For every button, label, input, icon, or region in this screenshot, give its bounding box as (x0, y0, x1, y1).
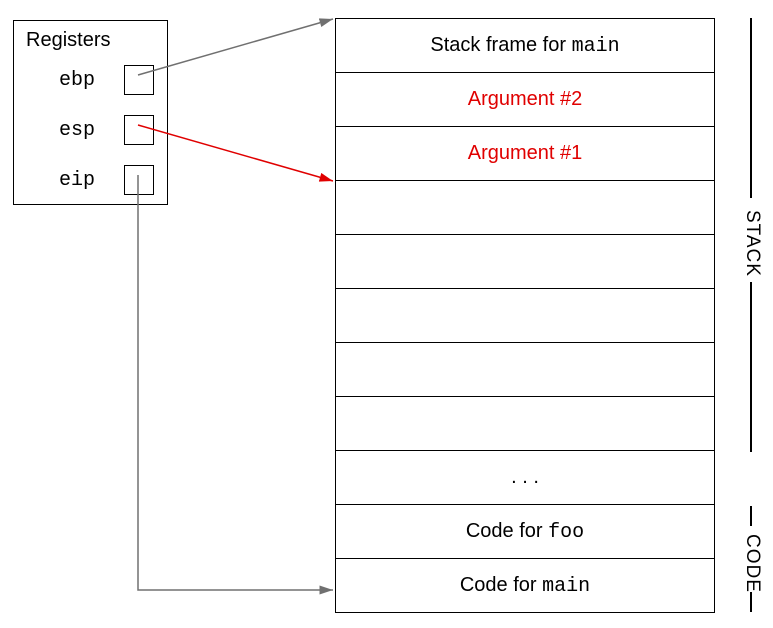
memory-cell-text: Argument #2 (468, 88, 583, 111)
register-label: eip (59, 169, 95, 192)
register-row-esp: esp (14, 113, 167, 149)
memory-cell-text: Argument #1 (468, 142, 583, 165)
registers-title: Registers (26, 29, 110, 52)
memory-cell-text: . . . (511, 466, 539, 489)
memory-cell-text: Code for main (460, 574, 590, 598)
memory-row-arg1: Argument #1 (335, 127, 715, 181)
memory-row-main-frame: Stack frame for main (335, 19, 715, 73)
memory-cell-text: Stack frame for main (430, 34, 619, 58)
register-value-box (124, 65, 154, 95)
registers-box: Registers ebp esp eip (13, 20, 168, 205)
memory-row-empty (335, 343, 715, 397)
memory-row-empty (335, 235, 715, 289)
stack-bracket-line (750, 18, 752, 198)
stack-bracket-line (750, 282, 752, 452)
code-bracket-line (750, 592, 752, 612)
register-label: ebp (59, 69, 95, 92)
register-value-box (124, 115, 154, 145)
memory-row-code-main: Code for main (335, 559, 715, 613)
memory-row-code-foo: Code for foo (335, 505, 715, 559)
code-label: CODE (741, 534, 763, 593)
arrow-eip (138, 175, 333, 590)
register-label: esp (59, 119, 95, 142)
memory-row-empty (335, 289, 715, 343)
register-row-ebp: ebp (14, 63, 167, 99)
memory-table: Stack frame for main Argument #2 Argumen… (335, 18, 715, 613)
register-value-box (124, 165, 154, 195)
memory-row-arg2: Argument #2 (335, 73, 715, 127)
register-row-eip: eip (14, 163, 167, 199)
memory-row-ellipsis: . . . (335, 451, 715, 505)
code-bracket-line (750, 506, 752, 526)
memory-row-empty (335, 181, 715, 235)
stack-label: STACK (741, 210, 763, 277)
memory-row-empty (335, 397, 715, 451)
memory-cell-text: Code for foo (466, 520, 584, 544)
